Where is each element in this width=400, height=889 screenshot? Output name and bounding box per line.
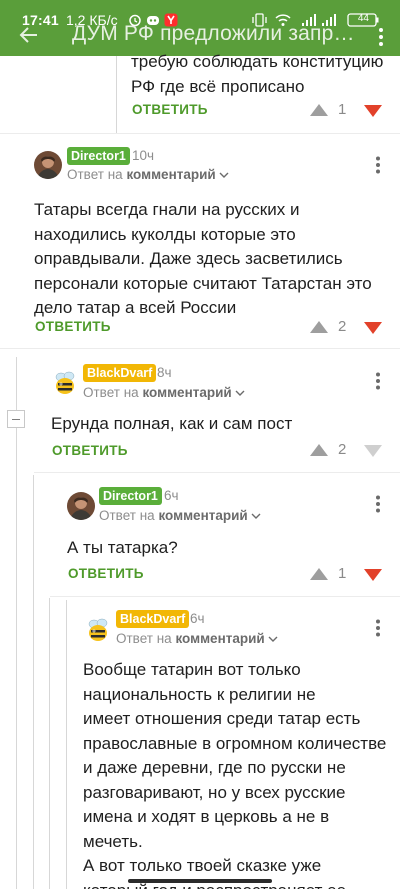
downvote-icon[interactable] [364,569,382,581]
page-title: ДУМ РФ предложили запр… [72,22,355,45]
comment-line: Ерунда полная, как и сам пост [51,414,293,433]
thread-line [49,598,50,889]
avatar-image [34,151,62,179]
comment-line: А ты татарка? [67,538,178,557]
comment-line: православные в огромном количестве [83,733,387,753]
comment-line: персонали которые считают Татарстан это [34,273,372,293]
vote-count: 2 [338,441,347,458]
comment-line: А вот только твоей сказке уже [83,856,322,875]
bee-avatar-image [84,616,112,644]
home-indicator[interactable] [128,879,272,883]
battery-level: 44 [357,13,369,24]
vote-count: 1 [338,565,347,582]
avatar[interactable] [34,151,62,179]
avatar[interactable] [84,616,112,644]
divider [50,596,400,597]
vote-count: 2 [338,318,347,335]
comment-line: находились куколды которые это [34,224,296,244]
comment-time: 8ч [157,365,172,380]
vote-block: 1 [310,565,385,585]
vote-count: 1 [338,101,347,118]
downvote-icon[interactable] [364,322,382,334]
thread-line [116,56,117,134]
reply-to-link[interactable]: Ответ на комментарий [116,631,278,646]
author-badge[interactable]: BlackDvarf [116,610,190,628]
author-badge[interactable]: BlackDvarf [83,364,157,382]
top-app-bar: 17:41 1,2 КБ/с 44 ДУМ РФ предложили запр… [0,0,400,56]
comment-menu-icon[interactable] [375,156,381,174]
author-badge[interactable]: Director1 [67,147,130,165]
comment-line: требую соблюдать конституцию [131,52,384,71]
upvote-icon[interactable] [310,444,328,456]
bee-avatar-image [51,369,79,397]
comment-line: оправдывали. Даже здесь засветились [34,249,343,268]
avatar[interactable] [51,369,79,397]
reply-button[interactable]: ОТВЕТИТЬ [35,319,111,334]
reply-to-prefix: Ответ на [83,385,139,400]
comment-text: Вообще татарин вот только национальность… [83,658,388,889]
comment-menu-icon[interactable] [375,372,381,390]
vote-block: 2 [310,441,385,461]
upvote-icon[interactable] [310,321,328,333]
comment-text: Ерунда полная, как и сам пост [51,412,292,437]
reply-button[interactable]: ОТВЕТИТЬ [132,102,208,117]
comment-line: Вообще татарин вот только [83,660,301,679]
chevron-down-icon [251,513,261,519]
chevron-down-icon [219,172,229,178]
reply-to-target: комментарий [142,385,232,400]
reply-to-link[interactable]: Ответ на комментарий [67,167,229,182]
comment-menu-icon[interactable] [375,619,381,637]
comment-line: и даже деревни, где по русски не [83,758,346,777]
divider [0,133,400,134]
divider [0,348,400,349]
comment-text: А ты татарка? [67,536,178,561]
downvote-icon[interactable] [364,105,382,117]
comment-time: 6ч [190,611,205,626]
reply-to-link[interactable]: Ответ на комментарий [83,385,245,400]
chevron-down-icon [235,390,245,396]
comment-line: имена и ходят в церковь а не в мечеть. [83,807,330,851]
thread-line [66,600,67,889]
comment-line: разговаривают, но у всех русские [83,782,346,802]
collapse-thread-button[interactable] [7,410,25,428]
minus-icon [12,419,20,420]
comment-line: имеет отношения среди татар есть [83,709,361,728]
reply-to-target: комментарий [126,167,216,182]
comment-line: Татары всегда гнали на русских и [34,200,300,219]
comment-text: Татары всегда гнали на русских и находил… [34,198,372,321]
reply-button[interactable]: ОТВЕТИТЬ [68,566,144,581]
downvote-icon[interactable] [364,445,382,457]
divider [34,472,400,473]
reply-to-target: комментарий [175,631,265,646]
chevron-down-icon [268,636,278,642]
reply-to-link[interactable]: Ответ на комментарий [99,508,261,523]
avatar-image [67,492,95,520]
avatar[interactable] [67,492,95,520]
comment-line: РФ где всё прописано [131,76,305,96]
comment-time: 6ч [164,488,179,503]
author-badge[interactable]: Director1 [99,487,162,505]
comment-text: требую соблюдать конституцию РФ где всё … [131,50,383,99]
vote-block: 2 [310,318,385,338]
comment-line: дело татар а всей России [34,298,237,317]
upvote-icon[interactable] [310,568,328,580]
reply-to-target: комментарий [158,508,248,523]
thread-line [33,475,34,889]
reply-to-prefix: Ответ на [67,167,123,182]
comment-menu-icon[interactable] [375,495,381,513]
vote-block: 1 [310,101,385,121]
reply-to-prefix: Ответ на [116,631,172,646]
reply-to-prefix: Ответ на [99,508,155,523]
back-arrow-icon[interactable] [18,24,40,46]
comment-line: национальность к религии не [83,684,316,704]
thread-line [16,357,17,889]
upvote-icon[interactable] [310,104,328,116]
reply-button[interactable]: ОТВЕТИТЬ [52,443,128,458]
more-menu-icon[interactable] [374,26,388,48]
comment-time: 10ч [132,148,155,163]
